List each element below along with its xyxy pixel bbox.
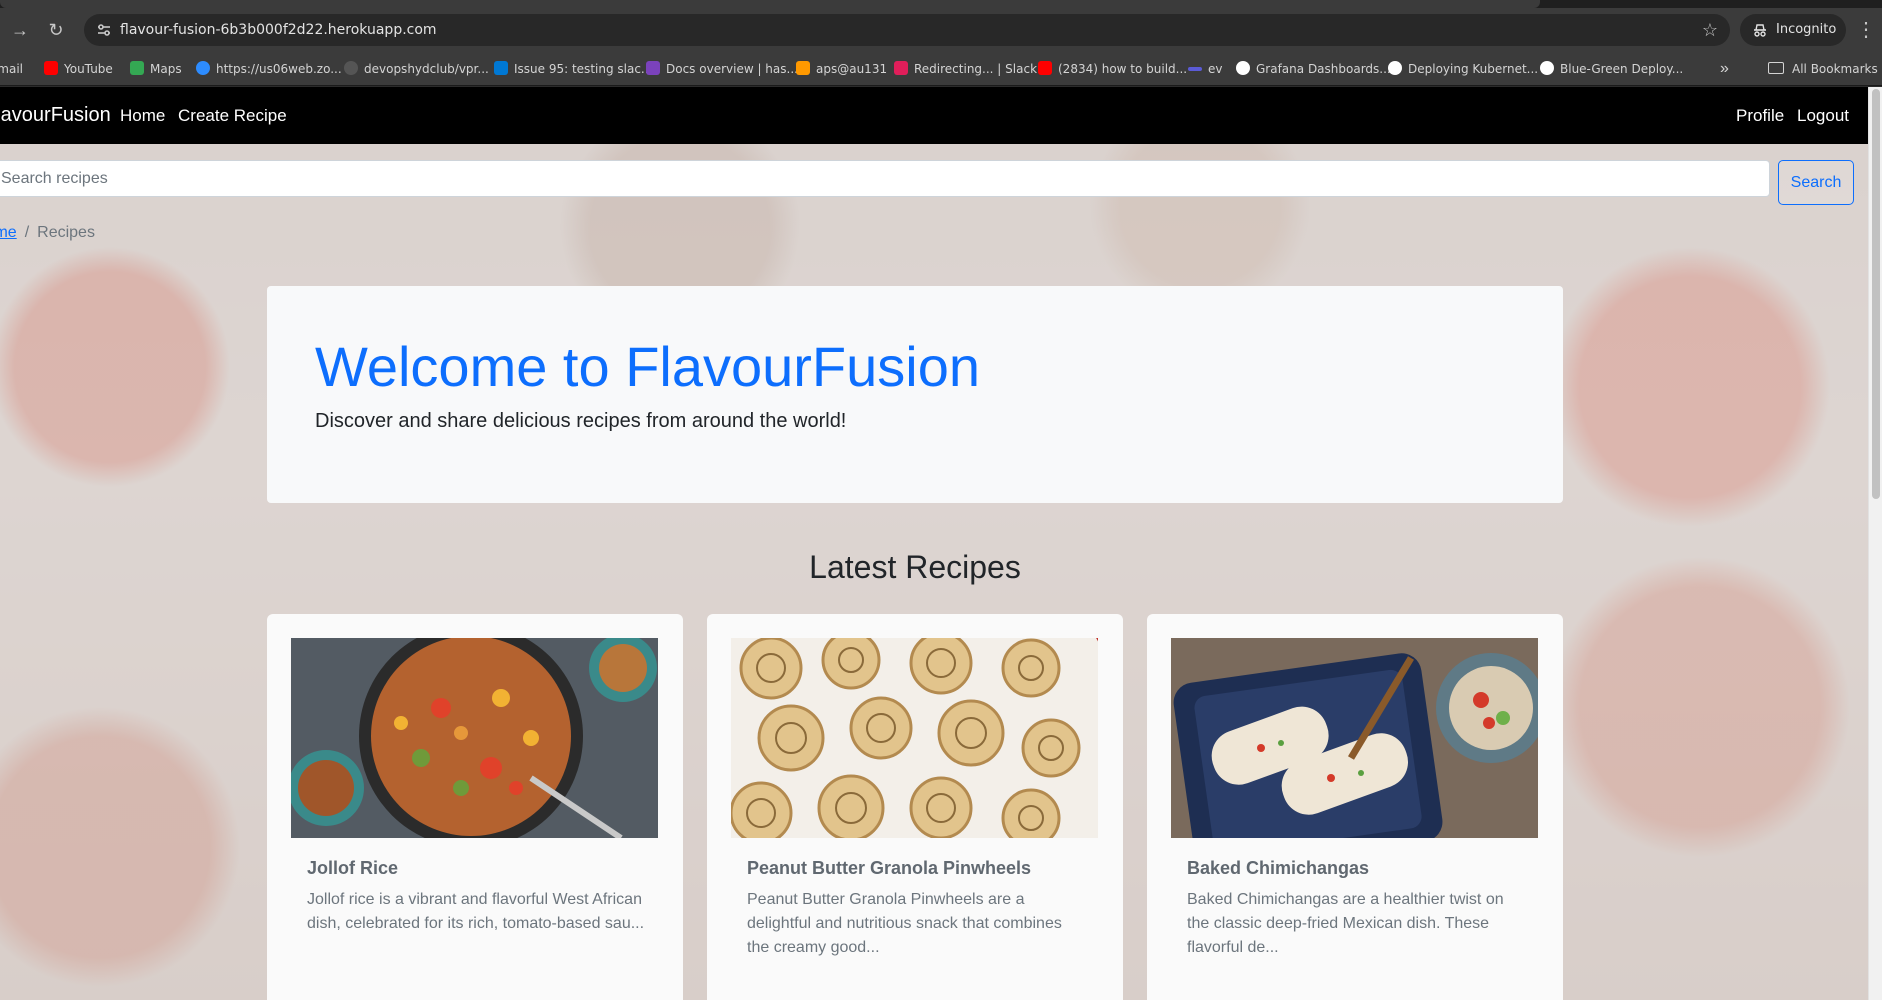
incognito-label: Incognito <box>1776 22 1837 37</box>
bookmark-terraform[interactable]: Docs overview | has... <box>646 52 798 86</box>
recipe-card: Baked Chimichangas Baked Chimichangas ar… <box>1147 614 1563 1000</box>
reload-icon[interactable]: ↻ <box>42 16 70 44</box>
page-viewport: FlavourFusion Home Create Recipe Profile… <box>0 87 1868 1000</box>
medium-icon <box>1388 61 1402 75</box>
bookmark-ev[interactable]: ev <box>1188 52 1222 86</box>
recipe-description: Baked Chimichangas are a healthier twist… <box>1187 891 1504 956</box>
search-input[interactable] <box>0 160 1770 197</box>
youtube-icon <box>1038 61 1052 75</box>
recipe-card: Peanut Butter Granola Pinwheels Peanut B… <box>707 614 1123 1000</box>
bookmark-star-icon[interactable]: ☆ <box>1702 14 1718 46</box>
hero-subtitle: Discover and share delicious recipes fro… <box>315 410 847 432</box>
welcome-jumbotron: Welcome to FlavourFusion Discover and sh… <box>267 286 1563 503</box>
aws-icon <box>796 61 810 75</box>
bookmark-youtube[interactable]: YouTube <box>44 52 113 86</box>
bookmark-icon <box>1188 67 1202 71</box>
section-title: Latest Recipes <box>809 549 1021 585</box>
zoom-icon <box>196 61 210 75</box>
bookmark-maps[interactable]: Maps <box>130 52 182 86</box>
breadcrumb-separator: / <box>24 224 30 241</box>
all-bookmarks[interactable]: All Bookmarks <box>1768 52 1878 86</box>
recipe-image-peanut-butter-pinwheels[interactable] <box>731 638 1098 838</box>
recipe-image-jollof-rice[interactable] <box>291 638 658 838</box>
youtube-icon <box>44 61 58 75</box>
search-button[interactable]: Search <box>1778 160 1854 205</box>
hero-title: Welcome to FlavourFusion <box>315 335 980 398</box>
recipe-image-baked-chimichangas[interactable] <box>1171 638 1538 838</box>
bookmark-kubernetes[interactable]: Deploying Kubernet... <box>1388 52 1538 86</box>
nav-create-recipe[interactable]: Create Recipe <box>178 87 287 144</box>
terraform-icon <box>646 61 660 75</box>
recipe-title[interactable]: Peanut Butter Granola Pinwheels <box>747 858 1031 879</box>
app-navbar: FlavourFusion Home Create Recipe Profile… <box>0 87 1868 144</box>
folder-icon <box>1768 62 1784 74</box>
active-tab[interactable] <box>0 0 1540 8</box>
bookmark-grafana[interactable]: Grafana Dashboards... <box>1236 52 1391 86</box>
breadcrumb: Home / Recipes <box>0 224 95 242</box>
address-bar[interactable]: flavour-fusion-6b3b000f2d22.herokuapp.co… <box>84 14 1730 46</box>
recipe-title[interactable]: Baked Chimichangas <box>1187 858 1369 879</box>
browser-menu-icon[interactable]: ⋮ <box>1856 16 1876 44</box>
bookmark-aws[interactable]: aps@au131 <box>796 52 887 86</box>
nav-logout[interactable]: Logout <box>1797 87 1849 144</box>
medium-icon <box>1236 61 1250 75</box>
slack-icon <box>894 61 908 75</box>
bookmark-slack[interactable]: Redirecting... | Slack <box>894 52 1037 86</box>
recipe-description: Jollof rice is a vibrant and flavorful W… <box>307 891 645 932</box>
maps-icon <box>130 61 144 75</box>
page-scrollbar[interactable] <box>1868 87 1882 1000</box>
recipe-title[interactable]: Jollof Rice <box>307 858 398 879</box>
scrollbar-thumb[interactable] <box>1872 89 1880 499</box>
recipe-card: Jollof Rice Jollof rice is a vibrant and… <box>267 614 683 1000</box>
forward-icon[interactable]: → <box>6 16 34 44</box>
nav-profile[interactable]: Profile <box>1736 87 1784 144</box>
medium-icon <box>1540 61 1554 75</box>
site-info-icon[interactable] <box>94 20 114 40</box>
tab-strip <box>0 0 1882 8</box>
breadcrumb-current: Recipes <box>37 224 95 241</box>
bookmarks-bar: Gmail YouTube Maps https://us06web.zo...… <box>0 52 1882 86</box>
more-bookmarks-icon[interactable]: » <box>1720 52 1729 86</box>
incognito-badge[interactable]: Incognito <box>1740 14 1846 46</box>
nav-home[interactable]: Home <box>120 87 165 144</box>
breadcrumb-home[interactable]: Home <box>0 224 17 241</box>
bookmark-blue-green[interactable]: Blue-Green Deploy... <box>1540 52 1683 86</box>
azure-devops-icon <box>494 61 508 75</box>
recipe-description: Peanut Butter Granola Pinwheels are a de… <box>747 891 1062 956</box>
bookmark-gmail[interactable]: Gmail <box>0 52 23 86</box>
github-icon <box>344 61 358 75</box>
incognito-icon <box>1754 24 1766 37</box>
brand-logo[interactable]: FlavourFusion <box>0 87 111 144</box>
bookmark-zoom[interactable]: https://us06web.zo... <box>196 52 342 86</box>
bookmark-azure-devops[interactable]: Issue 95: testing slac... <box>494 52 652 86</box>
url-text[interactable]: flavour-fusion-6b3b000f2d22.herokuapp.co… <box>120 14 437 46</box>
browser-toolbar: → ↻ flavour-fusion-6b3b000f2d22.herokuap… <box>0 8 1882 52</box>
bookmark-github[interactable]: devopshydclub/vpr... <box>344 52 489 86</box>
bookmark-youtube-video[interactable]: (2834) how to build... <box>1038 52 1187 86</box>
